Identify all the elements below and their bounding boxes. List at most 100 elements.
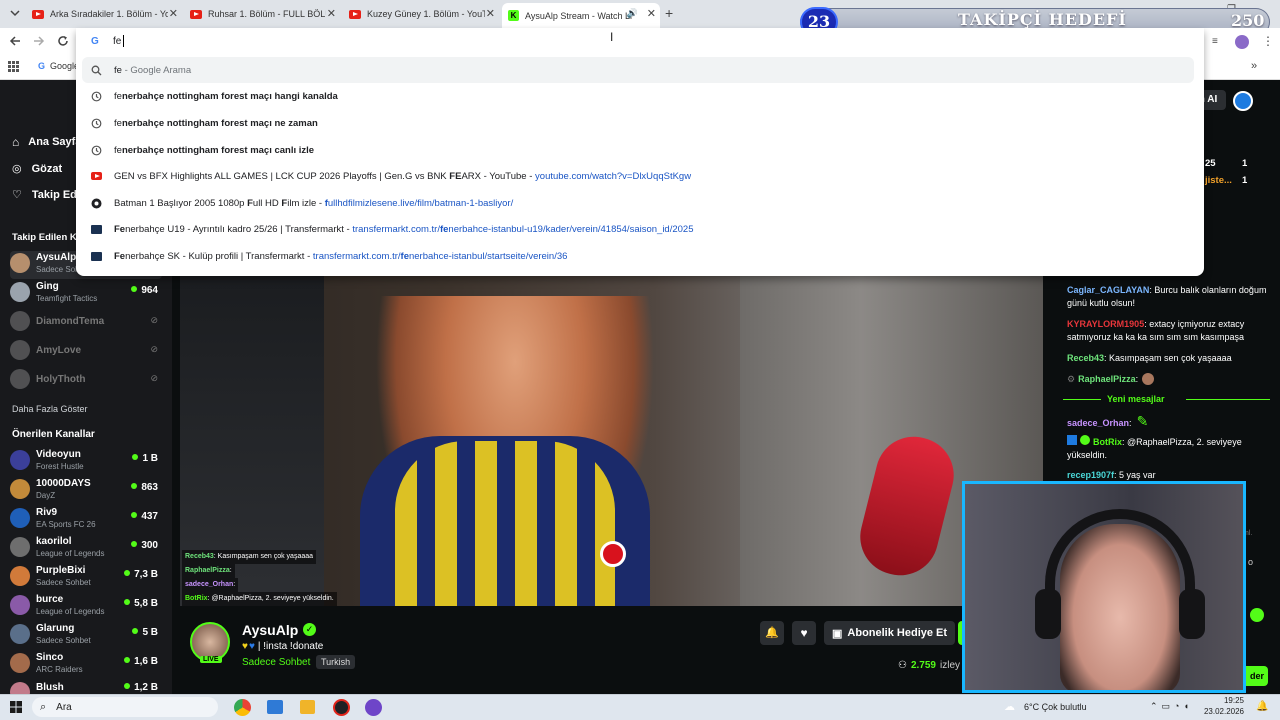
avatar bbox=[10, 624, 30, 644]
overlay-chat-line: Receb43: Kasımpaşam sen çok yaşaaaa bbox=[182, 550, 317, 564]
windows-start-icon[interactable] bbox=[10, 701, 22, 713]
streamer-name[interactable]: AysuAlp bbox=[242, 622, 298, 638]
forward-icon[interactable] bbox=[33, 35, 45, 47]
verified-badge-icon bbox=[1080, 435, 1090, 445]
suggestion-batman[interactable]: Batman 1 Başlıyor 2005 1080p Full HD Fil… bbox=[76, 190, 1204, 216]
video-player[interactable]: Receb43: Kasımpaşam sen çok yaşaaaa Raph… bbox=[180, 276, 1043, 606]
recommended-channel-blush[interactable]: Blush 1,2 B bbox=[10, 680, 162, 694]
recommended-channel-kaorilol[interactable]: kaorilol League of Legends 300 bbox=[10, 535, 162, 563]
reload-icon[interactable] bbox=[57, 35, 69, 47]
notification-bell-icon[interactable]: 🔔 bbox=[1256, 701, 1268, 712]
back-icon[interactable] bbox=[9, 35, 21, 47]
notification-bell-icon[interactable]: 🔔 bbox=[760, 621, 784, 645]
viewers-icon: ⚇ bbox=[898, 660, 907, 671]
suggestion-youtube-gen-vs-bfx[interactable]: GEN vs BFX Highlights ALL GAMES | LCK CU… bbox=[76, 163, 1204, 189]
menu-dots-icon[interactable]: ⋮ bbox=[1262, 34, 1274, 48]
recommended-channel-purplebixi[interactable]: PurpleBixi Sadece Sohbet 7,3 B bbox=[10, 564, 162, 592]
speaker-icon[interactable]: 🔊 bbox=[627, 8, 638, 19]
viewer-count: ⚇ 2.759 izley bbox=[898, 660, 961, 671]
following-channel-amylove[interactable]: AmyLove ⊘ bbox=[10, 338, 162, 366]
show-more-link[interactable]: Daha Fazla Göster bbox=[12, 404, 88, 414]
recommended-channel-sinco[interactable]: Sinco ARC Raiders 1,6 B bbox=[10, 651, 162, 679]
user-avatar[interactable] bbox=[1233, 91, 1253, 111]
following-channel-diamondtema[interactable]: DiamondTema ⊘ bbox=[10, 309, 162, 337]
badge-icon: ⚙ bbox=[1067, 374, 1076, 384]
tray-icons[interactable]: ⌃▭◔◖ bbox=[1150, 701, 1193, 712]
compass-icon: ◎ bbox=[12, 163, 22, 175]
omnibox-input-row[interactable]: G fe bbox=[76, 28, 1204, 56]
tab-close-icon[interactable]: ✕ bbox=[647, 7, 656, 20]
chrome-icon[interactable] bbox=[234, 699, 251, 716]
emote-icon bbox=[1142, 373, 1155, 385]
folder-icon[interactable] bbox=[300, 700, 315, 714]
taskbar-search[interactable]: ⌕ Ara bbox=[32, 697, 218, 717]
app-icon[interactable] bbox=[365, 699, 382, 716]
text-cursor bbox=[123, 35, 124, 47]
recommended-channel-10000days[interactable]: 10000DAYS DayZ 863 bbox=[10, 477, 162, 505]
more-bookmarks-icon[interactable]: » bbox=[1251, 60, 1257, 72]
suggestion-history-1[interactable]: fenerbahçe nottingham forest maçı hangi … bbox=[76, 83, 1204, 109]
explorer-icon[interactable] bbox=[267, 700, 283, 714]
recommended-channel-riv9[interactable]: Riv9 EA Sports FC 26 437 bbox=[10, 506, 162, 534]
new-tab-icon[interactable]: + bbox=[665, 5, 673, 21]
suggestion-transfermarkt-u19[interactable]: Fenerbahçe U19 - Ayrıntılı kadro 25/26 |… bbox=[76, 216, 1204, 242]
tab-aysualp-kick[interactable]: K AysuAlp Stream - Watch Live on Kick 🔊 … bbox=[502, 3, 660, 28]
avatar bbox=[10, 682, 30, 694]
follow-heart-icon[interactable]: ♥ bbox=[792, 621, 816, 645]
overlay-chat-line: RaphaelPizza: bbox=[182, 564, 235, 578]
recommended-channel-glarung[interactable]: Glarung Sadece Sohbet 5 B bbox=[10, 622, 162, 650]
weather-text[interactable]: 6°C Çok bulutlu bbox=[1024, 702, 1087, 712]
suggestion-transfermarkt-club[interactable]: Fenerbahçe SK - Kulüp profili | Transfer… bbox=[76, 243, 1204, 269]
suggestion-history-2[interactable]: fenerbahçe nottingham forest maçı ne zam… bbox=[76, 110, 1204, 136]
chat-side-value: 1 bbox=[1242, 175, 1248, 186]
profile-avatar[interactable] bbox=[1235, 35, 1249, 49]
omnibox-dropdown: G fe fe - Google Arama fenerbahçe nottin… bbox=[76, 28, 1204, 276]
avatar bbox=[10, 369, 30, 389]
bookmark-google[interactable]: G Google bbox=[38, 61, 79, 71]
chat-message: KYRAYLORM1905: extacy içmiyoruz extacy s… bbox=[1067, 319, 1245, 342]
verified-icon: ✓ bbox=[303, 623, 316, 636]
chat-emote-button[interactable] bbox=[1250, 608, 1264, 622]
tab-kuzey-guney[interactable]: Kuzey Güney 1. Bölüm - YouTube ✕ bbox=[343, 3, 499, 25]
gift-subscription-button[interactable]: ▣ Abonelik Hediye Et bbox=[824, 621, 956, 645]
recommended-heading: Önerilen Kanallar bbox=[12, 429, 95, 440]
youtube-icon bbox=[91, 172, 102, 183]
tab-close-icon[interactable]: ✕ bbox=[327, 7, 336, 20]
recommended-channel-videoyun[interactable]: Videoyun Forest Hustle 1 B bbox=[10, 448, 162, 476]
jersey-stripes bbox=[395, 441, 615, 606]
video-overlay-chat: Receb43: Kasımpaşam sen çok yaşaaaa Raph… bbox=[182, 550, 402, 606]
following-channel-ging[interactable]: Ging Teamfight Tactics 964 bbox=[10, 280, 162, 308]
tab-ruhsar[interactable]: Ruhsar 1. Bölüm - FULL BÖLÜM ✕ bbox=[184, 3, 340, 25]
tab-close-icon[interactable]: ✕ bbox=[169, 7, 178, 20]
offline-icon: ⊘ bbox=[150, 373, 158, 383]
omnibox-input[interactable]: fe bbox=[113, 36, 121, 47]
tab-arka-siradakiler[interactable]: Arka Sıradakiler 1. Bölüm - YouTube ✕ bbox=[26, 3, 182, 25]
avatar bbox=[10, 253, 30, 273]
stream-category[interactable]: Sadece Sohbet bbox=[242, 657, 310, 668]
suggestion-google-search[interactable]: fe - Google Arama bbox=[82, 57, 1194, 83]
blue-heart-icon: ♥ bbox=[248, 641, 255, 652]
tab-close-icon[interactable]: ✕ bbox=[486, 7, 495, 20]
stream-title: ♥ ♥ | !insta !donate bbox=[242, 641, 324, 652]
chat-message: Receb43: Kasımpaşam sen çok yaşaaaa bbox=[1067, 353, 1232, 363]
obs-icon[interactable] bbox=[333, 699, 350, 716]
youtube-icon bbox=[349, 9, 361, 19]
offline-icon: ⊘ bbox=[150, 344, 158, 354]
history-icon bbox=[91, 145, 102, 156]
recommended-channel-burce[interactable]: burce League of Legends 5,8 B bbox=[10, 593, 162, 621]
nav-home[interactable]: ⌂ Ana Sayfa bbox=[12, 135, 81, 149]
queue-icon[interactable]: ≡ bbox=[1212, 36, 1218, 47]
following-channel-holythoth[interactable]: HolyThoth ⊘ bbox=[10, 367, 162, 395]
language-tag[interactable]: Turkish bbox=[316, 655, 356, 669]
suggestion-history-3[interactable]: fenerbahçe nottingham forest maçı canlı … bbox=[76, 137, 1204, 163]
chat-edge-text: o bbox=[1248, 557, 1254, 567]
apps-grid-icon[interactable] bbox=[8, 61, 19, 72]
clock-time[interactable]: 19:25 bbox=[1210, 696, 1244, 705]
new-messages-divider bbox=[1063, 399, 1101, 400]
tab-search-icon[interactable] bbox=[10, 8, 20, 18]
clock-date[interactable]: 23.02.2026 bbox=[1200, 707, 1244, 716]
nav-browse[interactable]: ◎ Gözat bbox=[12, 162, 62, 176]
mouse-cursor-icon: I bbox=[610, 30, 614, 44]
avatar bbox=[10, 653, 30, 673]
history-icon bbox=[91, 91, 102, 102]
